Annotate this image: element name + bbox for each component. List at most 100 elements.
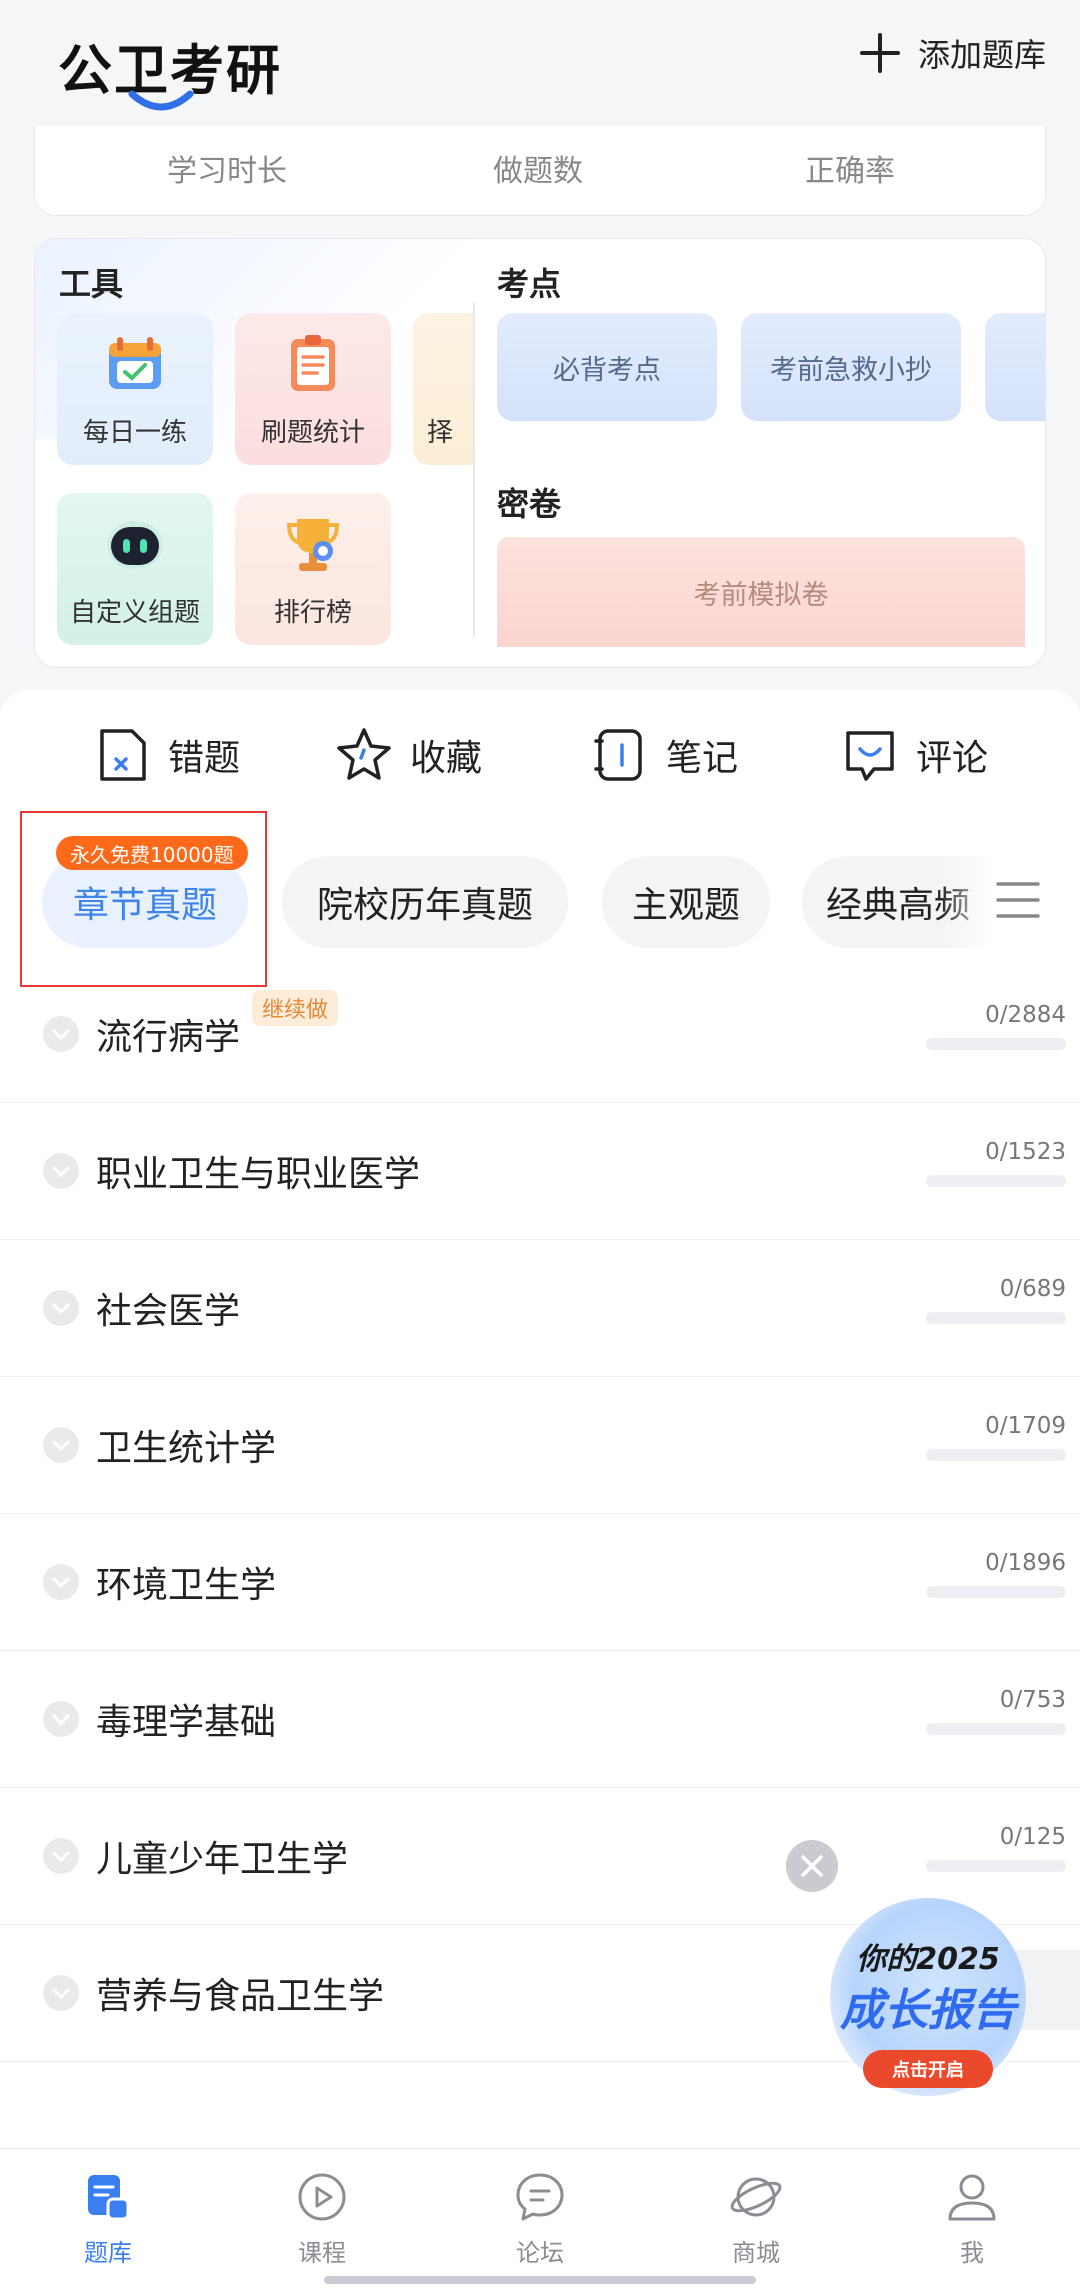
tools-title: 工具	[59, 265, 124, 303]
highlight-box	[20, 811, 267, 987]
tool-label: 择	[427, 418, 454, 448]
chapter-name: 毒理学基础	[96, 1702, 277, 1743]
continue-badge[interactable]: 继续做	[252, 990, 339, 1026]
tab-school-past-exams[interactable]: 院校历年真题	[282, 856, 568, 948]
growth-report-promo[interactable]: 你的2025 成长报告 点击开启	[830, 1898, 1026, 2096]
quick-label: 笔记	[666, 738, 739, 779]
close-icon	[801, 1855, 823, 1877]
nav-label: 题库	[84, 2239, 132, 2267]
nav-question-bank[interactable]: 题库	[48, 2169, 168, 2268]
quick-label: 错题	[168, 738, 241, 779]
chapter-name: 职业卫生与职业医学	[96, 1154, 421, 1195]
chevron-down-icon[interactable]	[42, 1152, 80, 1190]
bottom-nav: 题库 课程 论坛 商城 我	[0, 2148, 1080, 2289]
promo-close-button[interactable]	[786, 1840, 838, 1892]
point-chip-partial[interactable]	[985, 313, 1045, 421]
promo-line2: 成长报告	[840, 1985, 1016, 2036]
menu-icon[interactable]	[996, 878, 1040, 922]
promo-line1: 你的2025	[856, 1942, 1000, 1977]
play-circle-icon	[298, 2173, 346, 2221]
chapter-progress-count: 0/1896	[985, 1550, 1066, 1576]
star-icon	[337, 728, 391, 780]
chapter-row[interactable]: 职业卫生与职业医学 0/1523	[0, 1103, 1080, 1240]
quick-comments[interactable]: 评论	[840, 725, 988, 785]
point-must-memorize[interactable]: 必背考点	[497, 313, 717, 421]
tool-leaderboard[interactable]: 排行榜	[235, 493, 391, 645]
paper-mock-exam[interactable]: 考前模拟卷	[497, 537, 1025, 647]
accuracy-label: 正确率	[805, 154, 895, 189]
chapter-row[interactable]: 环境卫生学 0/1896	[0, 1514, 1080, 1651]
papers-title: 密卷	[497, 485, 562, 523]
tab-subjective[interactable]: 主观题	[602, 856, 770, 948]
quick-favorites[interactable]: 收藏	[334, 725, 482, 785]
nav-label: 课程	[298, 2239, 346, 2267]
chapter-name: 营养与食品卫生学	[96, 1976, 385, 2017]
tool-label: 自定义组题	[69, 598, 200, 628]
tool-label: 每日一练	[82, 418, 187, 448]
add-bank-label: 添加题库	[917, 36, 1046, 74]
tool-label: 排行榜	[273, 598, 352, 628]
add-bank-button[interactable]: 添加题库	[859, 30, 1046, 76]
calendar-check-icon	[109, 337, 161, 389]
chapter-progress-bar	[926, 1312, 1066, 1324]
quick-label: 评论	[916, 738, 989, 779]
planet-icon	[730, 2177, 782, 2217]
tool-practice-stats[interactable]: 刷题统计	[235, 313, 391, 465]
chapter-name: 流行病学	[96, 1017, 241, 1058]
chapter-row[interactable]: 毒理学基础 0/753	[0, 1651, 1080, 1788]
chapter-row[interactable]: 社会医学 0/689	[0, 1240, 1080, 1377]
question-bank-icon	[88, 2175, 130, 2221]
chapter-progress-count: 0/125	[999, 1824, 1066, 1850]
nav-me[interactable]: 我	[912, 2169, 1032, 2268]
chapter-progress-count: 0/1709	[985, 1413, 1066, 1439]
chapter-progress-bar	[926, 1175, 1066, 1187]
chevron-down-icon[interactable]	[42, 1426, 80, 1464]
promo-open-button[interactable]: 点击开启	[863, 2050, 993, 2088]
tools-divider	[473, 303, 475, 637]
tool-label: 刷题统计	[260, 418, 365, 448]
chevron-down-icon[interactable]	[42, 1015, 80, 1053]
tool-custom-quiz[interactable]: 自定义组题	[57, 493, 213, 645]
comment-icon	[846, 731, 894, 781]
quick-wrong-answers[interactable]: 错题	[92, 725, 240, 785]
chapter-progress-bar	[926, 1860, 1066, 1872]
chapter-row[interactable]: 卫生统计学 0/1709	[0, 1377, 1080, 1514]
quick-notes[interactable]: 笔记	[590, 725, 738, 785]
tool-partial[interactable]: 择	[413, 313, 475, 465]
tools-card: 工具 每日一练 刷题统计 择 自定义组题 排行榜 考点 必背考点 考前急救小抄 …	[34, 238, 1046, 668]
nav-store[interactable]: 商城	[696, 2169, 816, 2268]
chapter-progress-bar	[926, 1038, 1066, 1050]
notebook-icon	[594, 729, 642, 781]
robot-icon	[107, 521, 163, 569]
chapter-progress-count: 0/1523	[985, 1139, 1066, 1165]
nav-label: 论坛	[516, 2239, 564, 2267]
chevron-down-icon[interactable]	[42, 1563, 80, 1601]
wrong-answer-icon	[100, 729, 146, 781]
chapter-row[interactable]: 流行病学 0/2884	[0, 966, 1080, 1103]
study-time-label: 学习时长	[167, 154, 287, 189]
chapter-progress-bar	[926, 1449, 1066, 1461]
point-cheat-sheet[interactable]: 考前急救小抄	[741, 313, 961, 421]
clipboard-list-icon	[291, 335, 335, 391]
home-indicator	[324, 2276, 756, 2284]
chapter-progress-count: 0/753	[999, 1687, 1066, 1713]
tool-daily-practice[interactable]: 每日一练	[57, 313, 213, 465]
chat-bubble-icon	[516, 2173, 564, 2221]
chapter-name: 卫生统计学	[96, 1428, 277, 1469]
chevron-down-icon[interactable]	[42, 1289, 80, 1327]
chapter-progress-count: 0/2884	[985, 1002, 1066, 1028]
nav-label: 我	[960, 2239, 984, 2267]
chapter-progress-bar	[926, 1723, 1066, 1735]
trophy-icon	[286, 519, 340, 571]
nav-courses[interactable]: 课程	[262, 2169, 382, 2268]
chapter-progress-count: 0/689	[999, 1276, 1066, 1302]
chapter-name: 儿童少年卫生学	[96, 1839, 349, 1880]
chevron-down-icon[interactable]	[42, 1837, 80, 1875]
nav-forum[interactable]: 论坛	[480, 2169, 600, 2268]
chapter-name: 社会医学	[96, 1291, 241, 1332]
smile-logo-icon	[128, 90, 194, 111]
chevron-down-icon[interactable]	[42, 1974, 80, 2012]
chevron-down-icon[interactable]	[42, 1700, 80, 1738]
chapter-name: 环境卫生学	[96, 1565, 277, 1606]
stats-card: 学习时长 做题数 正确率	[34, 126, 1046, 216]
